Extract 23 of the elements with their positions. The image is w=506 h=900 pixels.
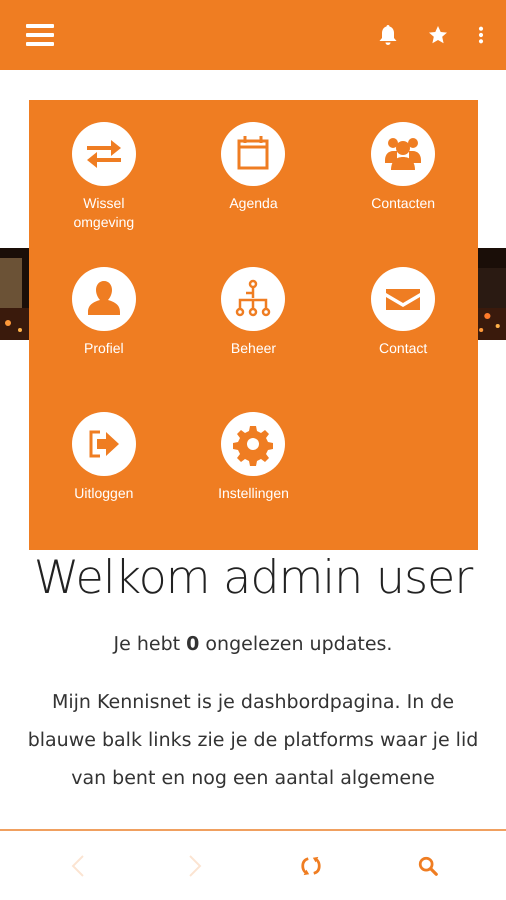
logout-icon[interactable] [72,412,136,476]
menu-item-label[interactable]: Contact [363,339,444,358]
updates-text: Je hebt 0 ongelezen updates. [112,632,394,655]
hierarchy-icon[interactable] [221,267,286,331]
menu-item-label[interactable]: Uitloggen [64,484,144,503]
swap-arrows-icon[interactable] [72,122,136,186]
group-icon[interactable] [371,122,436,186]
mail-icon[interactable] [371,267,436,331]
intro-paragraph: Mijn Kennisnet is je dashbordpagina. In de blauwe balk links zie je de platforms waar je lid van bent en nog een aantal algemene [26,690,480,791]
more-icon[interactable] [478,26,484,44]
menu-item-label[interactable]: Instellingen [213,484,294,503]
menu-item-label[interactable]: Beheer [213,339,294,358]
menu-item-label[interactable]: Wissel omgeving [64,194,144,232]
bell-icon[interactable] [378,24,398,46]
settings-icon[interactable] [221,412,286,476]
menu-icon[interactable] [26,24,54,46]
menu-item-label[interactable]: Profiel [64,339,144,358]
menu-item-label[interactable]: Contacten [363,194,444,213]
person-icon[interactable] [72,267,136,331]
calendar-icon[interactable] [221,122,286,186]
menu-item-label[interactable]: Agenda [213,194,294,213]
star-icon[interactable] [428,24,448,46]
welcome-heading: Welkom admin user [32,552,474,603]
